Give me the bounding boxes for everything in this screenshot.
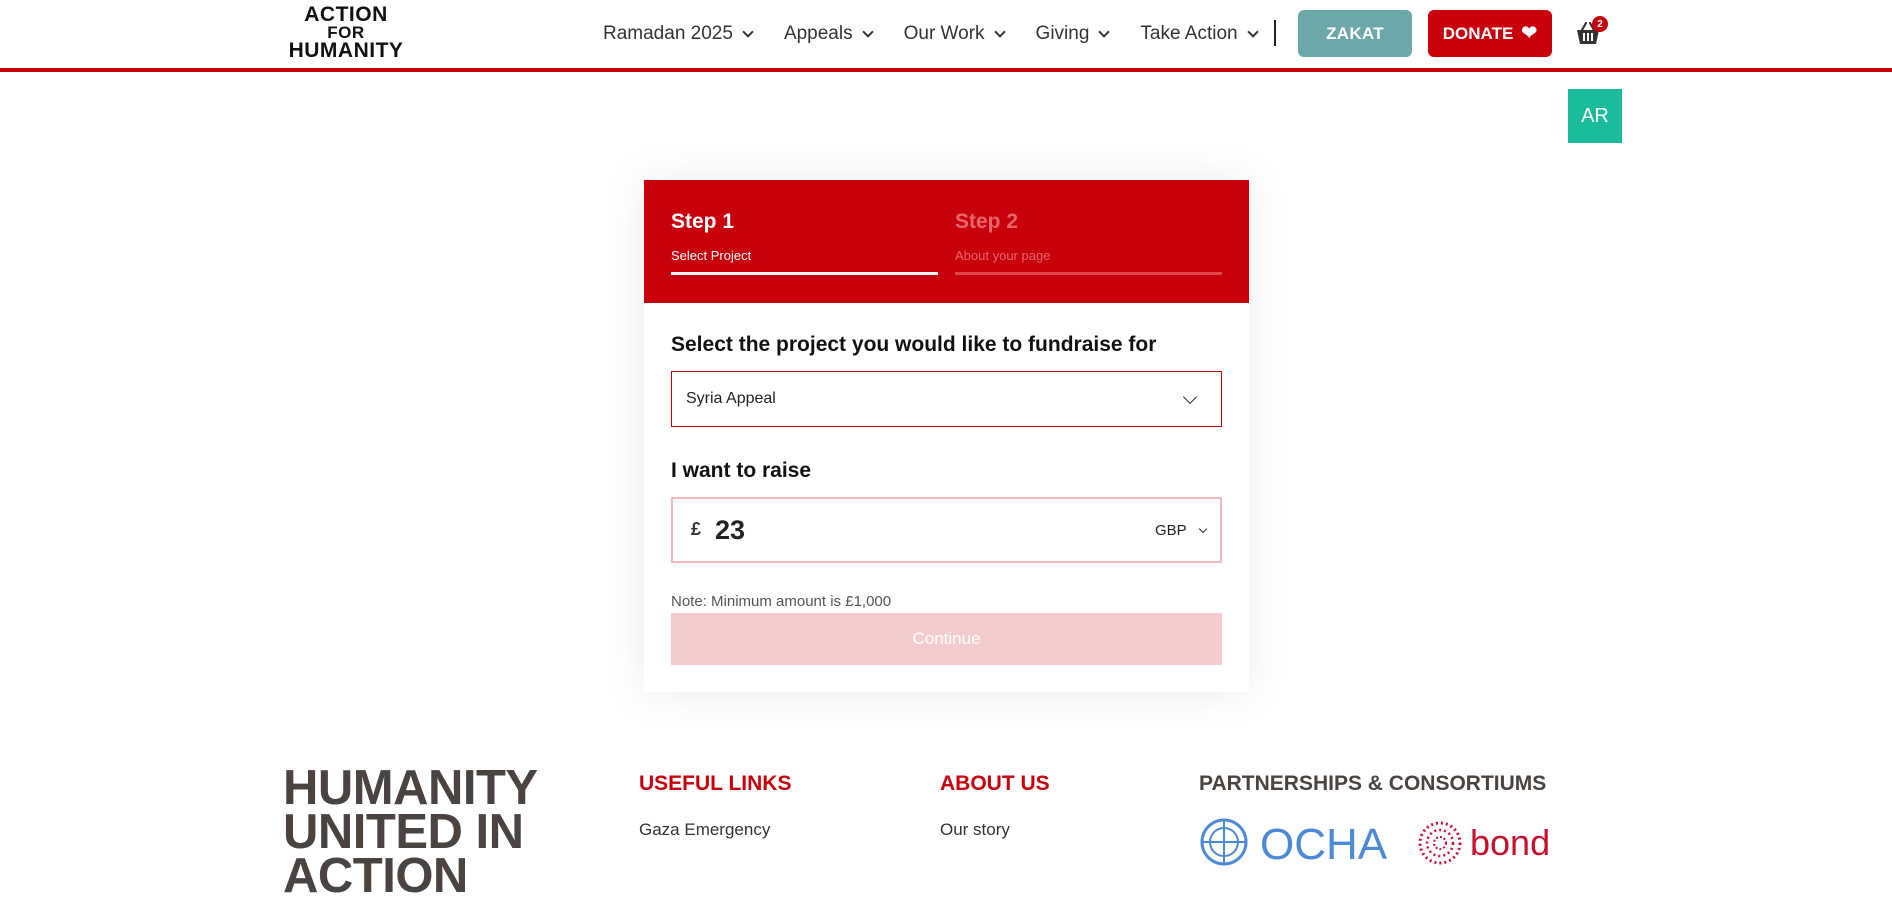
continue-button[interactable]: Continue: [671, 613, 1222, 665]
chevron-down-icon: [1198, 524, 1208, 534]
zakat-button[interactable]: ZAKAT: [1298, 10, 1412, 57]
step-title: Step 2: [955, 210, 1019, 233]
nav-item-label: Giving: [1035, 23, 1090, 44]
language-toggle-button[interactable]: AR: [1568, 89, 1622, 143]
step-subtitle: About your page: [955, 248, 1051, 263]
step-2[interactable]: Step 2 About your page: [955, 210, 1222, 263]
nav-item-label: Appeals: [783, 23, 853, 44]
amount-input[interactable]: 23: [715, 515, 745, 546]
ocha-logo[interactable]: OCHA: [1198, 818, 1398, 869]
step-2-progress-bar: [955, 272, 1222, 275]
footer-link-our-story[interactable]: Our story: [940, 820, 1010, 840]
chevron-down-icon: [861, 25, 874, 38]
chevron-down-icon: [742, 25, 754, 38]
nav-item-ramadan-2025[interactable]: Ramadan 2025: [603, 23, 754, 45]
nav-item-take-action[interactable]: Take Action: [1140, 23, 1259, 45]
logo-line-1: ACTION: [304, 3, 388, 26]
donate-button[interactable]: DONATE ❤: [1428, 10, 1552, 57]
project-select[interactable]: Syria Appeal: [671, 371, 1222, 427]
partnerships-heading: PARTNERSHIPS & CONSORTIUMS: [1199, 772, 1547, 795]
nav-item-label: Our Work: [903, 23, 985, 44]
useful-links-heading: USEFUL LINKS: [639, 772, 792, 795]
cart-count-badge: 2: [1592, 16, 1608, 32]
footer-link-gaza-emergency[interactable]: Gaza Emergency: [639, 820, 770, 840]
about-us-heading: ABOUT US: [940, 772, 1050, 795]
nav-item-giving[interactable]: Giving: [1035, 23, 1111, 45]
donate-button-label: DONATE: [1442, 23, 1514, 43]
logo-line-3: HUMANITY: [288, 39, 404, 62]
nav-item-label: Take Action: [1140, 23, 1238, 44]
site-header: ACTION FOR HUMANITY Ramadan 2025 Appeals…: [0, 0, 1892, 72]
chevron-down-icon: [1098, 25, 1111, 38]
bond-logo[interactable]: bond: [1414, 818, 1554, 868]
nav-item-label: Ramadan 2025: [603, 23, 733, 44]
step-subtitle: Select Project: [671, 248, 752, 263]
bond-dots-icon: [1418, 821, 1462, 865]
stepper-header: Step 1 Select Project Step 2 About your …: [644, 180, 1249, 303]
nav-divider: [1274, 20, 1276, 46]
un-emblem-icon: [1200, 818, 1248, 866]
project-select-value: Syria Appeal: [686, 390, 776, 407]
currency-select[interactable]: GBP: [1155, 522, 1187, 539]
nav-item-appeals[interactable]: Appeals: [783, 23, 874, 45]
bond-wordmark: bond: [1470, 822, 1551, 863]
nav-item-our-work[interactable]: Our Work: [903, 23, 1006, 45]
step-1-progress-bar: [671, 272, 938, 275]
step-title: Step 1: [671, 210, 735, 233]
heart-icon: ❤: [1521, 23, 1538, 44]
chevron-down-icon: [1182, 389, 1198, 405]
fundraise-form-card: Step 1 Select Project Step 2 About your …: [644, 180, 1249, 692]
step-1[interactable]: Step 1 Select Project: [671, 210, 938, 263]
project-question-label: Select the project you would like to fun…: [671, 333, 1157, 356]
minimum-amount-note: Note: Minimum amount is £1,000: [671, 593, 892, 610]
chevron-down-icon: [993, 25, 1006, 38]
main-nav: Ramadan 2025 Appeals Our Work Giving Tak…: [603, 20, 1289, 48]
chevron-down-icon: [1246, 25, 1259, 38]
footer-tagline: HUMANITY UNITED IN ACTION: [283, 761, 537, 903]
ocha-wordmark: OCHA: [1260, 820, 1388, 869]
raise-amount-label: I want to raise: [671, 459, 812, 482]
currency-symbol: £: [691, 519, 702, 539]
amount-input-group: £ 23 GBP: [671, 497, 1222, 563]
site-logo[interactable]: ACTION FOR HUMANITY: [282, 3, 410, 62]
